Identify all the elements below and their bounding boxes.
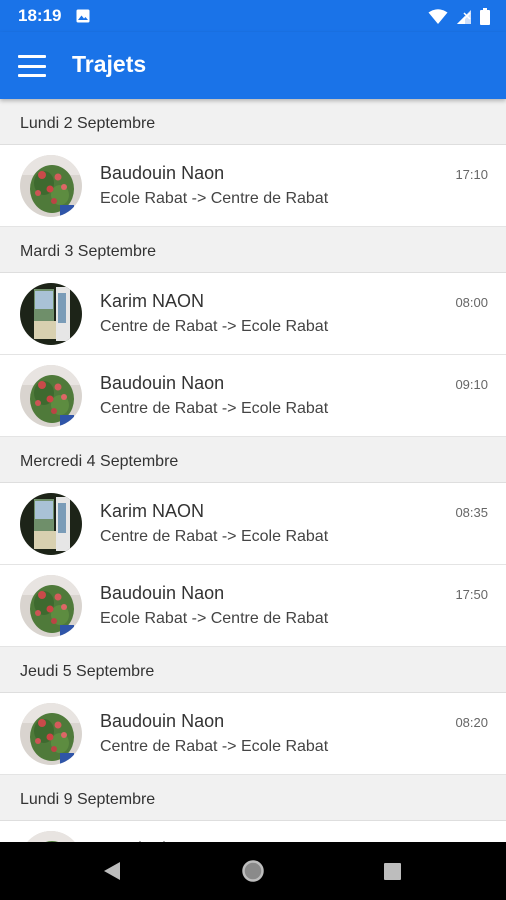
trip-list[interactable]: Lundi 2 Septembre Baudouin Naon Ecole Raba…: [0, 99, 506, 842]
trip-row[interactable]: Baudouin Naon Centre de Rabat -> Ecole Ra…: [0, 355, 506, 437]
app-bar: Trajets: [0, 32, 506, 99]
trip-row[interactable]: Baudouin Naon17:10: [0, 821, 506, 842]
recents-icon[interactable]: [384, 863, 401, 880]
home-icon[interactable]: [242, 860, 264, 887]
trip-route: Ecole Rabat -> Centre de Rabat: [100, 610, 329, 627]
trip-driver-name: Baudouin Naon: [100, 163, 225, 183]
avatar: [20, 283, 82, 345]
avatar: [20, 365, 82, 427]
signal-icon: [456, 9, 472, 30]
trip-driver-name: Karim NAON: [100, 291, 205, 311]
wifi-icon: [428, 8, 448, 30]
avatar: [20, 831, 82, 842]
trip-row[interactable]: Karim NAON Centre de Rabat -> Ecole Rabat…: [0, 273, 506, 355]
trip-time: 17:10: [455, 167, 488, 182]
trip-driver-name: Baudouin Naon: [100, 583, 225, 603]
status-time: 18:19: [18, 6, 62, 25]
trip-row[interactable]: Karim NAON Centre de Rabat -> Ecole Rabat…: [0, 483, 506, 565]
trip-time: 08:00: [455, 295, 488, 310]
avatar: [20, 575, 82, 637]
trip-route: Centre de Rabat -> Ecole Rabat: [100, 528, 329, 545]
trip-route: Centre de Rabat -> Ecole Rabat: [100, 738, 329, 755]
avatar: [20, 703, 82, 765]
menu-icon[interactable]: [18, 52, 46, 80]
trip-route: Centre de Rabat -> Ecole Rabat: [100, 318, 329, 335]
trip-driver-name: Baudouin Naon: [100, 373, 225, 393]
back-icon[interactable]: [103, 861, 121, 886]
trip-row[interactable]: Baudouin Naon Centre de Rabat -> Ecole Ra…: [0, 693, 506, 775]
image-icon: [76, 9, 90, 28]
section-date-header: Lundi 2 Septembre: [0, 99, 506, 145]
page-title: Trajets: [72, 51, 147, 77]
trip-time: 08:20: [455, 715, 488, 730]
trip-row[interactable]: Baudouin Naon Ecole Rabat -> Centre de Ra…: [0, 565, 506, 647]
battery-icon: [480, 8, 490, 30]
status-icons: [428, 8, 490, 30]
section-date-header: Mercredi 4 Septembre: [0, 437, 506, 483]
trip-time: 17:50: [455, 587, 488, 602]
system-nav-bar: [0, 842, 506, 900]
section-date-header: Jeudi 5 Septembre: [0, 647, 506, 693]
trip-time: 09:10: [455, 377, 488, 392]
avatar: [20, 493, 82, 555]
section-date-header: Lundi 9 Septembre: [0, 775, 506, 821]
status-bar: 18:19: [0, 0, 506, 32]
avatar: [20, 155, 82, 217]
trip-route: Centre de Rabat -> Ecole Rabat: [100, 400, 329, 417]
section-date-header: Mardi 3 Septembre: [0, 227, 506, 273]
trip-driver-name: Karim NAON: [100, 501, 205, 521]
trip-driver-name: Baudouin Naon: [100, 711, 225, 731]
trip-route: Ecole Rabat -> Centre de Rabat: [100, 190, 329, 207]
trip-time: 08:35: [455, 505, 488, 520]
trip-row[interactable]: Baudouin Naon Ecole Rabat -> Centre de Ra…: [0, 145, 506, 227]
